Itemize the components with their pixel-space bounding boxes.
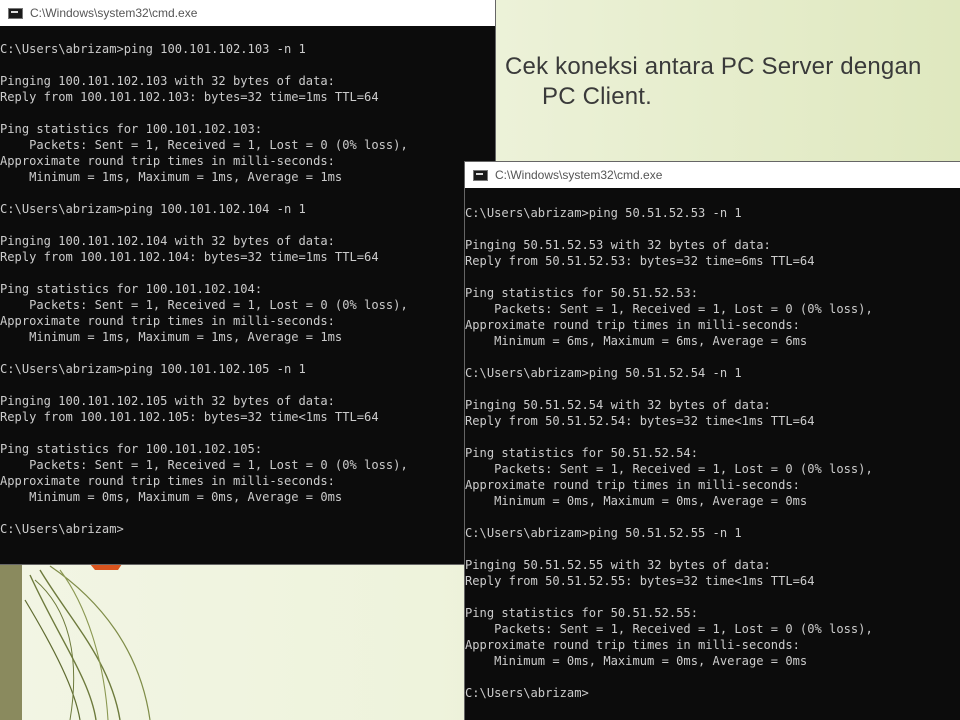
console-line: Packets: Sent = 1, Received = 1, Lost = … xyxy=(0,138,408,152)
console-line: C:\Users\abrizam>ping 100.101.102.104 -n… xyxy=(0,202,306,216)
console-line: Reply from 50.51.52.54: bytes=32 time<1m… xyxy=(465,414,815,428)
console-line: Pinging 50.51.52.55 with 32 bytes of dat… xyxy=(465,558,771,572)
console-line: Packets: Sent = 1, Received = 1, Lost = … xyxy=(0,298,408,312)
console-line: Minimum = 0ms, Maximum = 0ms, Average = … xyxy=(465,654,808,668)
console-line: Approximate round trip times in milli-se… xyxy=(0,474,335,488)
console-line: Ping statistics for 100.101.102.103: xyxy=(0,122,263,136)
console-line: Reply from 100.101.102.104: bytes=32 tim… xyxy=(0,250,379,264)
caption-line-2: PC Client. xyxy=(542,83,653,110)
console-line: Reply from 50.51.52.53: bytes=32 time=6m… xyxy=(465,254,815,268)
console-line: Packets: Sent = 1, Received = 1, Lost = … xyxy=(465,462,873,476)
slide-caption: Cek koneksi antara PC Server dengan PC C… xyxy=(505,52,955,112)
cmd-window-server[interactable]: C:\Windows\system32\cmd.exe C:\Users\abr… xyxy=(0,0,495,564)
console-line: Approximate round trip times in milli-se… xyxy=(0,154,335,168)
console-line: Minimum = 1ms, Maximum = 1ms, Average = … xyxy=(0,170,343,184)
console-icon xyxy=(8,7,23,19)
console-line: C:\Users\abrizam> xyxy=(465,686,589,700)
console-output[interactable]: C:\Users\abrizam>ping 100.101.102.103 -n… xyxy=(0,26,495,537)
console-line: Ping statistics for 50.51.52.55: xyxy=(465,606,698,620)
console-line: Minimum = 0ms, Maximum = 0ms, Average = … xyxy=(0,490,343,504)
window-title: C:\Windows\system32\cmd.exe xyxy=(30,6,198,20)
console-line: Approximate round trip times in milli-se… xyxy=(465,638,800,652)
console-line: Packets: Sent = 1, Received = 1, Lost = … xyxy=(465,622,873,636)
console-line: Reply from 100.101.102.103: bytes=32 tim… xyxy=(0,90,379,104)
console-output[interactable]: C:\Users\abrizam>ping 50.51.52.53 -n 1 P… xyxy=(465,188,960,701)
console-line: C:\Users\abrizam>ping 50.51.52.53 -n 1 xyxy=(465,206,742,220)
console-line: C:\Users\abrizam>ping 50.51.52.55 -n 1 xyxy=(465,526,742,540)
cmd-titlebar[interactable]: C:\Windows\system32\cmd.exe xyxy=(0,0,495,26)
console-line: Pinging 100.101.102.103 with 32 bytes of… xyxy=(0,74,335,88)
orange-accent xyxy=(90,564,122,570)
console-line: C:\Users\abrizam> xyxy=(0,522,124,536)
console-line: Minimum = 1ms, Maximum = 1ms, Average = … xyxy=(0,330,343,344)
console-icon xyxy=(473,169,488,181)
console-line: Packets: Sent = 1, Received = 1, Lost = … xyxy=(0,458,408,472)
console-line: C:\Users\abrizam>ping 50.51.52.54 -n 1 xyxy=(465,366,742,380)
caption-line-1: Cek koneksi antara PC Server dengan xyxy=(505,53,922,80)
window-title: C:\Windows\system32\cmd.exe xyxy=(495,168,663,182)
console-line: Pinging 100.101.102.104 with 32 bytes of… xyxy=(0,234,335,248)
console-line: Packets: Sent = 1, Received = 1, Lost = … xyxy=(465,302,873,316)
console-line: Ping statistics for 100.101.102.104: xyxy=(0,282,263,296)
console-line: Ping statistics for 50.51.52.54: xyxy=(465,446,698,460)
console-line: Reply from 100.101.102.105: bytes=32 tim… xyxy=(0,410,379,424)
console-line: Pinging 50.51.52.53 with 32 bytes of dat… xyxy=(465,238,771,252)
console-line: C:\Users\abrizam>ping 100.101.102.103 -n… xyxy=(0,42,306,56)
console-line: Pinging 50.51.52.54 with 32 bytes of dat… xyxy=(465,398,771,412)
console-line: C:\Users\abrizam>ping 100.101.102.105 -n… xyxy=(0,362,306,376)
console-line: Approximate round trip times in milli-se… xyxy=(465,318,800,332)
console-line: Ping statistics for 50.51.52.53: xyxy=(465,286,698,300)
console-line: Pinging 100.101.102.105 with 32 bytes of… xyxy=(0,394,335,408)
console-line: Approximate round trip times in milli-se… xyxy=(465,478,800,492)
cmd-titlebar[interactable]: C:\Windows\system32\cmd.exe xyxy=(465,162,960,188)
console-line: Approximate round trip times in milli-se… xyxy=(0,314,335,328)
console-line: Minimum = 6ms, Maximum = 6ms, Average = … xyxy=(465,334,808,348)
console-line: Minimum = 0ms, Maximum = 0ms, Average = … xyxy=(465,494,808,508)
console-line: Ping statistics for 100.101.102.105: xyxy=(0,442,263,456)
console-line: Reply from 50.51.52.55: bytes=32 time<1m… xyxy=(465,574,815,588)
cmd-window-client[interactable]: C:\Windows\system32\cmd.exe C:\Users\abr… xyxy=(465,162,960,720)
